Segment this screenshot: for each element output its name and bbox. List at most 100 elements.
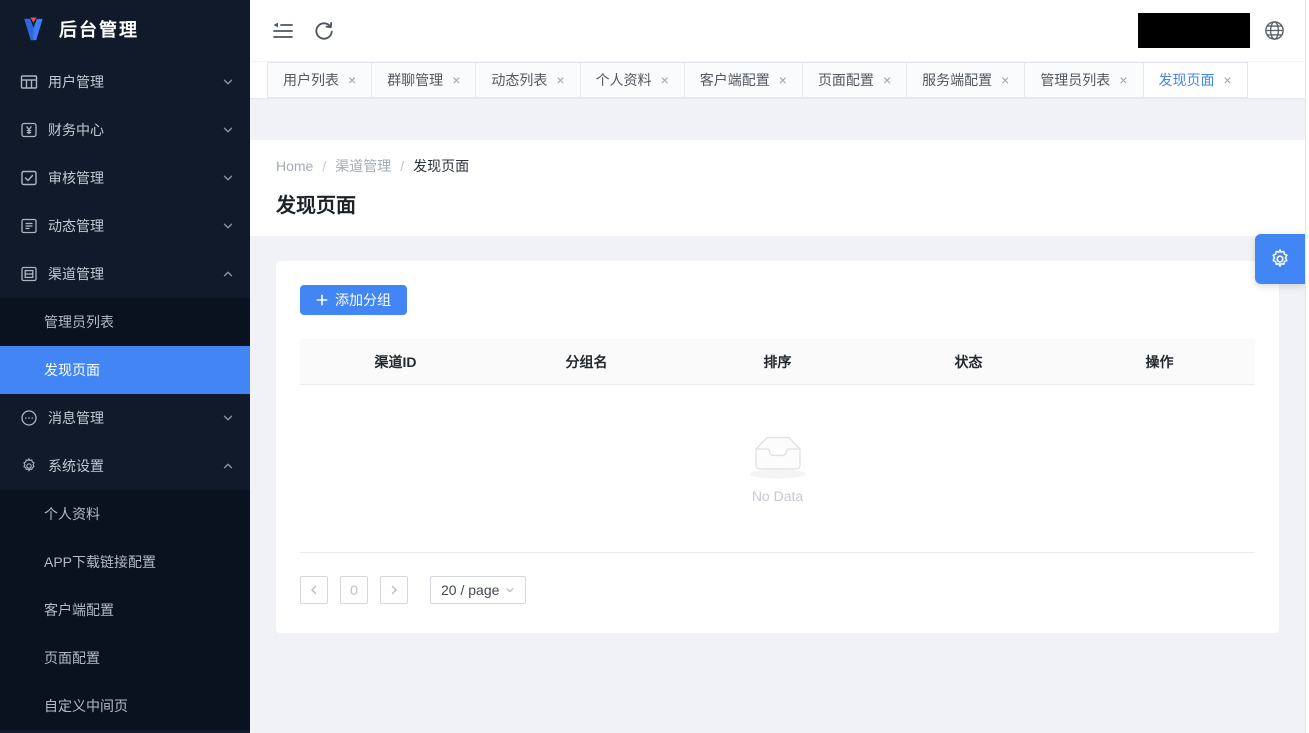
close-icon[interactable]: × [883, 73, 891, 87]
sidebar-item-finance-center[interactable]: 财务中心 [0, 106, 250, 154]
column-header-channel-id: 渠道ID [300, 352, 491, 372]
sidebar-item-label: 财务中心 [48, 120, 222, 140]
chevron-left-icon [308, 584, 320, 596]
chevron-down-icon [505, 585, 515, 595]
collapse-sidebar-icon[interactable] [272, 20, 294, 42]
tab-label: 动态列表 [491, 70, 547, 90]
tab-admin-list[interactable]: 管理员列表 × [1024, 62, 1143, 98]
pagination-page-number[interactable]: 0 [340, 576, 368, 604]
breadcrumb-item-channel-management[interactable]: 渠道管理 [335, 156, 391, 176]
tab-label: 个人资料 [596, 70, 652, 90]
sidebar-item-label: 消息管理 [48, 408, 222, 428]
close-icon[interactable]: × [556, 73, 564, 87]
tab-user-list[interactable]: 用户列表 × [267, 62, 372, 98]
app-logo: 后台管理 [0, 0, 250, 58]
breadcrumb-item-discover-page: 发现页面 [413, 156, 469, 176]
tab-label: 发现页面 [1159, 70, 1215, 90]
sidebar-menu: 用户管理财务中心审核管理动态管理渠道管理管理员列表发现页面消息管理系统设置个人资… [0, 58, 250, 730]
plus-icon [316, 294, 328, 306]
tab-page-config[interactable]: 页面配置 × [802, 62, 907, 98]
sidebar-subitem-custom-landing-page[interactable]: 自定义中间页 [0, 682, 250, 730]
pagination: 0 20 / page [300, 576, 1255, 604]
sidebar-item-label: 渠道管理 [48, 264, 222, 284]
close-icon[interactable]: × [348, 73, 356, 87]
page-size-value: 20 / page [441, 582, 499, 598]
add-group-button[interactable]: 添加分组 [300, 285, 407, 315]
sidebar-item-user-management[interactable]: 用户管理 [0, 58, 250, 106]
empty-state: No Data [300, 385, 1255, 552]
empty-box-icon [746, 434, 810, 480]
gear-icon [1269, 248, 1291, 270]
sidebar-item-system-settings[interactable]: 系统设置 [0, 442, 250, 490]
content-area: Home/渠道管理/发现页面 发现页面 添加分组 渠道ID分组名排序状态操作 N… [250, 99, 1309, 733]
page-header: Home / 渠道管理 / 发现页面 发现页面 [250, 140, 1309, 236]
user-info-redacted[interactable] [1138, 13, 1250, 48]
sidebar: 后台管理 用户管理财务中心审核管理动态管理渠道管理管理员列表发现页面消息管理系统… [0, 0, 250, 733]
close-icon[interactable]: × [1001, 73, 1009, 87]
close-icon[interactable]: × [1224, 73, 1232, 87]
close-icon[interactable]: × [661, 73, 669, 87]
chevron-down-icon [222, 76, 234, 88]
sidebar-subitem-app-download-link-config[interactable]: APP下载链接配置 [0, 538, 250, 586]
sidebar-subitem-admin-list[interactable]: 管理员列表 [0, 298, 250, 346]
pagination-prev-button[interactable] [300, 576, 328, 604]
tab-label: 管理员列表 [1040, 70, 1110, 90]
page-title: 发现页面 [276, 189, 1283, 218]
empty-state-text: No Data [752, 488, 803, 504]
breadcrumb-separator: / [400, 158, 404, 174]
column-header-sort: 排序 [682, 352, 873, 372]
sidebar-subitem-label: APP下载链接配置 [44, 552, 156, 572]
gear-icon [20, 457, 38, 475]
close-icon[interactable]: × [1119, 73, 1127, 87]
sidebar-item-label: 动态管理 [48, 216, 222, 236]
close-icon[interactable]: × [779, 73, 787, 87]
globe-icon[interactable] [1264, 20, 1285, 41]
shield-logo-icon [20, 16, 47, 43]
sidebar-subitem-label: 客户端配置 [44, 600, 114, 620]
tab-feed-list[interactable]: 动态列表 × [475, 62, 580, 98]
sidebar-item-feed-management[interactable]: 动态管理 [0, 202, 250, 250]
tab-label: 用户列表 [283, 70, 339, 90]
tab-client-config[interactable]: 客户端配置 × [684, 62, 803, 98]
column-header-actions: 操作 [1064, 352, 1255, 372]
feed-list-icon [20, 217, 38, 235]
sidebar-subitem-discover-page[interactable]: 发现页面 [0, 346, 250, 394]
tab-label: 页面配置 [818, 70, 874, 90]
sidebar-item-label: 用户管理 [48, 72, 222, 92]
breadcrumb: Home / 渠道管理 / 发现页面 [276, 156, 1283, 176]
scrollbar[interactable] [1305, 0, 1309, 733]
audit-check-icon [20, 169, 38, 187]
sidebar-item-label: 系统设置 [48, 456, 222, 476]
sidebar-item-audit-management[interactable]: 审核管理 [0, 154, 250, 202]
tab-discover-page[interactable]: 发现页面 × [1143, 62, 1248, 98]
sidebar-subitem-label: 管理员列表 [44, 312, 114, 332]
sidebar-subitem-client-config[interactable]: 客户端配置 [0, 586, 250, 634]
pagination-next-button[interactable] [380, 576, 408, 604]
sidebar-subitem-label: 发现页面 [44, 360, 100, 380]
sidebar-subitem-label: 自定义中间页 [44, 696, 128, 716]
chevron-down-icon [222, 220, 234, 232]
channel-list-icon [20, 265, 38, 283]
tab-label: 客户端配置 [700, 70, 770, 90]
table-bottom-divider [300, 552, 1255, 553]
page-size-select[interactable]: 20 / page [430, 576, 526, 604]
chevron-down-icon [222, 412, 234, 424]
sidebar-subitem-profile[interactable]: 个人资料 [0, 490, 250, 538]
sidebar-item-channel-management[interactable]: 渠道管理 [0, 250, 250, 298]
settings-drawer-button[interactable] [1255, 234, 1305, 284]
breadcrumb-separator: / [322, 158, 326, 174]
tab-server-config[interactable]: 服务端配置 × [906, 62, 1025, 98]
sidebar-subitem-page-config[interactable]: 页面配置 [0, 634, 250, 682]
close-icon[interactable]: × [452, 73, 460, 87]
chevron-up-icon [222, 268, 234, 280]
chevron-down-icon [222, 124, 234, 136]
sidebar-item-message-management[interactable]: 消息管理 [0, 394, 250, 442]
refresh-icon[interactable] [313, 20, 335, 42]
tab-label: 服务端配置 [922, 70, 992, 90]
sidebar-item-label: 审核管理 [48, 168, 222, 188]
breadcrumb-item-home[interactable]: Home [276, 158, 313, 174]
tab-group-chat-management[interactable]: 群聊管理× [371, 62, 476, 98]
add-group-button-label: 添加分组 [335, 290, 391, 310]
tab-profile[interactable]: 个人资料 × [580, 62, 685, 98]
column-header-status: 状态 [873, 352, 1064, 372]
